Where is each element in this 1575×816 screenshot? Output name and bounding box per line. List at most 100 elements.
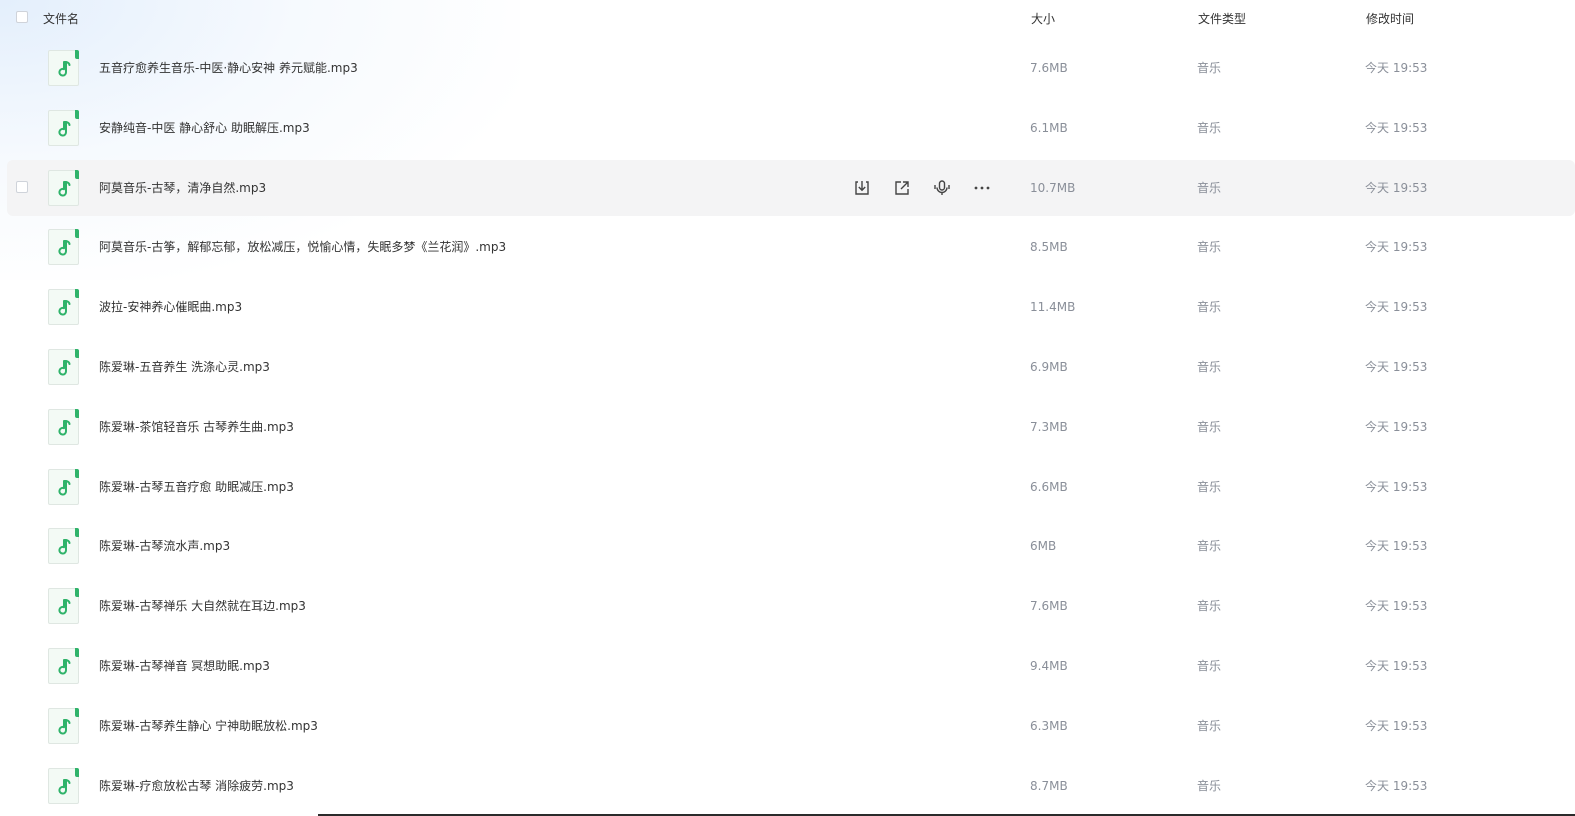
- file-corner: [75, 707, 79, 717]
- file-modified-time: 今天 19:53: [1365, 479, 1428, 494]
- music-file-icon: [48, 468, 79, 505]
- file-modified-time: 今天 19:53: [1365, 778, 1428, 793]
- file-size: 11.4MB: [1030, 300, 1076, 315]
- file-type: 音乐: [1197, 718, 1222, 733]
- file-name[interactable]: 陈爱琳-古琴流水声.mp3: [99, 539, 230, 553]
- file-type: 音乐: [1197, 240, 1222, 255]
- file-row[interactable]: 阿莫音乐-古琴，清净自然.mp3 10.7MB 音乐 今天 19:53: [7, 159, 1575, 216]
- file-type: 音乐: [1197, 659, 1222, 673]
- music-file-icon: [48, 349, 79, 385]
- file-row[interactable]: 陈爱琳-五音养生 洗涤心灵.mp3 6.9MB 音乐 今天 19:53: [7, 339, 1575, 395]
- file-row[interactable]: 陈爱琳-古琴禅乐 大自然就在耳边.mp3 7.6MB 音乐 今天 19:53: [7, 578, 1575, 634]
- file-name[interactable]: 陈爱琳-古琴养生静心 宁神助眠放松.mp3: [99, 719, 318, 733]
- file-size: 8.7MB: [1030, 778, 1068, 793]
- file-type: 音乐: [1197, 300, 1222, 315]
- file-row[interactable]: 陈爱琳-古琴养生静心 宁神助眠放松.mp3 6.3MB 音乐 今天 19:53: [7, 698, 1575, 754]
- file-name[interactable]: 陈爱琳-古琴禅音 冥想助眠.mp3: [99, 659, 270, 673]
- header-name[interactable]: 文件名: [43, 12, 79, 26]
- file-corner: [75, 468, 79, 478]
- music-file-icon: [48, 289, 79, 326]
- file-size: 6.3MB: [1030, 718, 1068, 733]
- file-type: 音乐: [1197, 778, 1222, 793]
- file-row[interactable]: 阿莫音乐-古筝，解郁忘郁，放松减压，悦愉心情，失眠多梦《兰花润》.mp3 8.5…: [7, 219, 1575, 275]
- music-file-icon: [48, 169, 79, 206]
- file-name[interactable]: 陈爱琳-古琴禅乐 大自然就在耳边.mp3: [99, 599, 306, 613]
- file-modified-time: 今天 19:53: [1365, 419, 1428, 434]
- share-icon[interactable]: [892, 178, 912, 198]
- file-size: 6.6MB: [1030, 479, 1068, 494]
- file-name[interactable]: 五音疗愈养生音乐-中医·静心安神 养元赋能.mp3: [99, 61, 358, 75]
- voice-icon[interactable]: [932, 178, 952, 198]
- music-file-icon: [48, 767, 79, 804]
- file-modified-time: 今天 19:53: [1365, 61, 1428, 75]
- row-checkbox[interactable]: [16, 180, 28, 193]
- header-type[interactable]: 文件类型: [1198, 12, 1246, 26]
- header-size[interactable]: 大小: [1031, 12, 1055, 26]
- music-file-icon: [48, 408, 79, 445]
- file-corner: [75, 767, 79, 777]
- file-corner: [75, 50, 79, 59]
- file-type: 音乐: [1197, 539, 1222, 554]
- file-corner: [75, 408, 79, 418]
- file-corner: [75, 588, 79, 598]
- file-row[interactable]: 陈爱琳-古琴流水声.mp3 6MB 音乐 今天 19:53: [7, 518, 1575, 574]
- file-name[interactable]: 陈爱琳-茶馆轻音乐 古琴养生曲.mp3: [99, 420, 294, 434]
- file-corner: [75, 229, 79, 239]
- file-size: 6.9MB: [1030, 360, 1068, 374]
- file-row[interactable]: 陈爱琳-古琴禅音 冥想助眠.mp3 9.4MB 音乐 今天 19:53: [7, 638, 1575, 694]
- more-icon[interactable]: [972, 178, 992, 198]
- file-name[interactable]: 陈爱琳-古琴五音疗愈 助眠减压.mp3: [99, 480, 294, 494]
- file-name[interactable]: 安静纯音-中医 静心舒心 助眠解压.mp3: [99, 121, 310, 135]
- list-header: 文件名 大小 文件类型 修改时间: [0, 0, 1575, 38]
- row-actions: [852, 178, 1002, 198]
- file-corner: [75, 169, 79, 179]
- file-size: 10.7MB: [1030, 180, 1076, 195]
- file-modified-time: 今天 19:53: [1365, 659, 1428, 673]
- file-type: 音乐: [1197, 479, 1222, 494]
- file-name[interactable]: 阿莫音乐-古琴，清净自然.mp3: [99, 181, 266, 195]
- file-size: 9.4MB: [1030, 659, 1068, 673]
- file-modified-time: 今天 19:53: [1365, 360, 1428, 374]
- music-file-icon: [48, 528, 79, 565]
- file-type: 音乐: [1197, 599, 1222, 614]
- file-modified-time: 今天 19:53: [1365, 120, 1428, 135]
- file-row[interactable]: 安静纯音-中医 静心舒心 助眠解压.mp3 6.1MB 音乐 今天 19:53: [7, 100, 1575, 156]
- file-corner: [75, 349, 79, 358]
- header-time[interactable]: 修改时间: [1366, 12, 1414, 26]
- music-file-icon: [48, 229, 79, 266]
- file-size: 6MB: [1030, 539, 1057, 554]
- file-row[interactable]: 五音疗愈养生音乐-中医·静心安神 养元赋能.mp3 7.6MB 音乐 今天 19…: [7, 40, 1575, 96]
- file-name[interactable]: 陈爱琳-五音养生 洗涤心灵.mp3: [99, 360, 270, 374]
- file-type: 音乐: [1197, 360, 1222, 374]
- file-name[interactable]: 阿莫音乐-古筝，解郁忘郁，放松减压，悦愉心情，失眠多梦《兰花润》.mp3: [99, 240, 506, 254]
- select-all-checkbox[interactable]: [16, 11, 28, 23]
- file-size: 8.5MB: [1030, 240, 1068, 255]
- file-modified-time: 今天 19:53: [1365, 718, 1428, 733]
- file-row[interactable]: 波拉-安神养心催眠曲.mp3 11.4MB 音乐 今天 19:53: [7, 279, 1575, 335]
- file-corner: [75, 528, 79, 538]
- file-type: 音乐: [1197, 419, 1222, 434]
- file-name[interactable]: 波拉-安神养心催眠曲.mp3: [99, 300, 242, 314]
- music-file-icon: [48, 50, 79, 86]
- file-corner: [75, 648, 79, 657]
- file-modified-time: 今天 19:53: [1365, 180, 1428, 195]
- music-file-icon: [48, 588, 79, 625]
- download-icon[interactable]: [852, 178, 872, 198]
- file-corner: [75, 289, 79, 299]
- file-size: 7.6MB: [1030, 599, 1068, 614]
- file-row[interactable]: 陈爱琳-疗愈放松古琴 消除疲劳.mp3 8.7MB 音乐 今天 19:53: [7, 758, 1575, 814]
- file-row[interactable]: 陈爱琳-古琴五音疗愈 助眠减压.mp3 6.6MB 音乐 今天 19:53: [7, 459, 1575, 515]
- file-size: 6.1MB: [1030, 120, 1068, 135]
- file-name[interactable]: 陈爱琳-疗愈放松古琴 消除疲劳.mp3: [99, 779, 294, 793]
- file-modified-time: 今天 19:53: [1365, 599, 1428, 614]
- file-type: 音乐: [1197, 61, 1222, 75]
- file-size: 7.6MB: [1030, 61, 1068, 75]
- music-file-icon: [48, 648, 79, 684]
- file-row[interactable]: 陈爱琳-茶馆轻音乐 古琴养生曲.mp3 7.3MB 音乐 今天 19:53: [7, 399, 1575, 455]
- file-modified-time: 今天 19:53: [1365, 300, 1428, 315]
- music-file-icon: [48, 109, 79, 146]
- music-file-icon: [48, 707, 79, 744]
- file-type: 音乐: [1197, 120, 1222, 135]
- file-size: 7.3MB: [1030, 419, 1068, 434]
- file-list: 文件名 大小 文件类型 修改时间 五音疗愈养生音乐-中医·静心安神 养元赋能.m…: [0, 0, 1575, 816]
